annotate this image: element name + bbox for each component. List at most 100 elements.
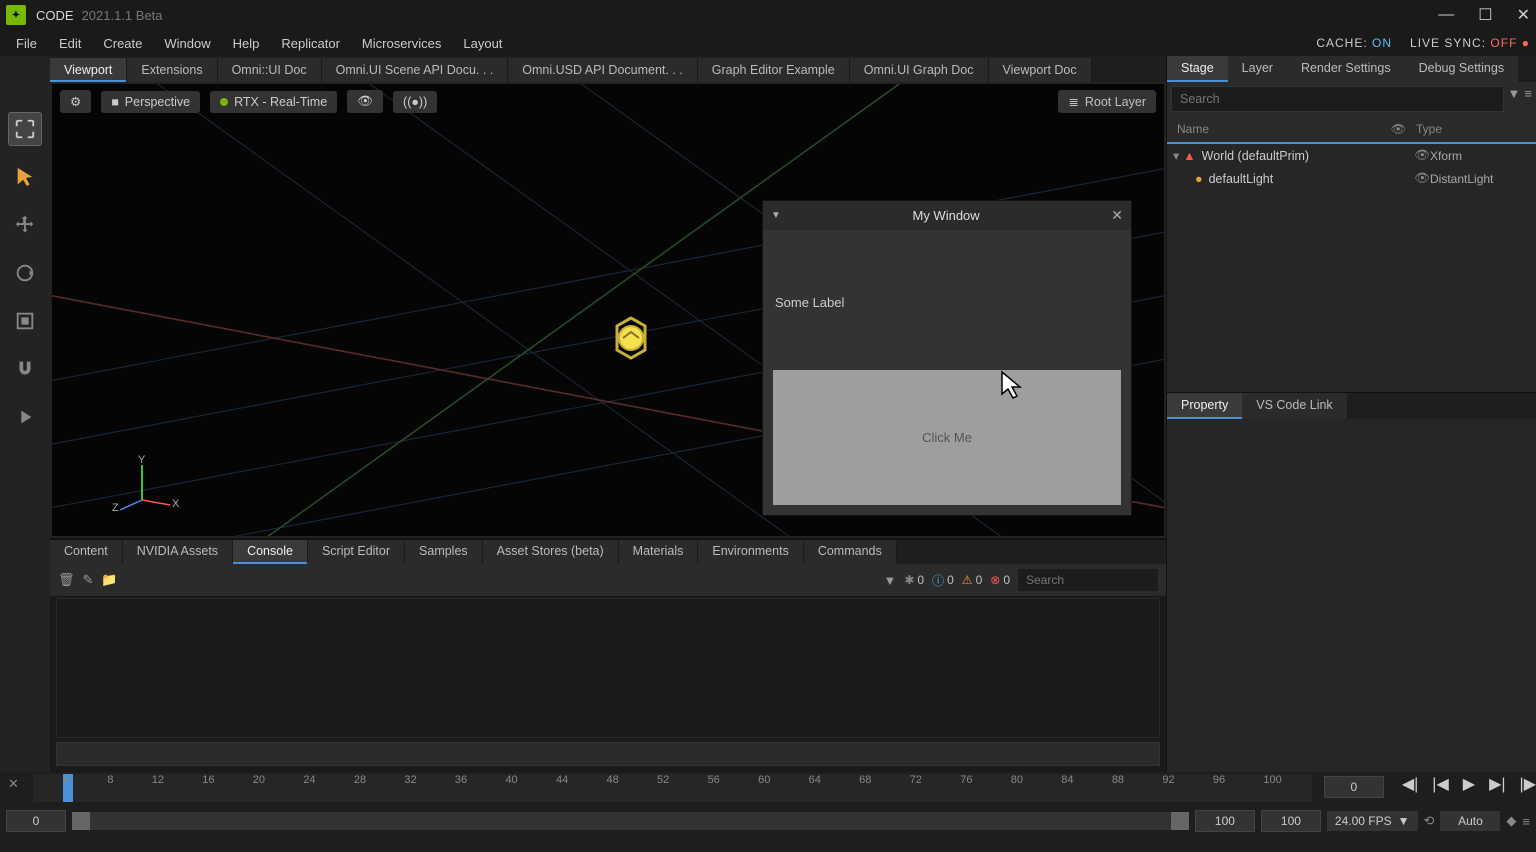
- tool-select[interactable]: [8, 160, 42, 194]
- range-end-input[interactable]: [1195, 810, 1255, 832]
- tool-frame[interactable]: [8, 112, 42, 146]
- viewport[interactable]: ⚙ ■ Perspective RTX - Real-Time 👁 ((●)) …: [50, 82, 1166, 538]
- console-output[interactable]: [56, 598, 1160, 738]
- tool-move[interactable]: [8, 208, 42, 242]
- range-slider[interactable]: [72, 812, 1189, 830]
- tab-omni-ui-doc[interactable]: Omni::UI Doc: [218, 58, 322, 82]
- my-window-close-button[interactable]: ✕: [1111, 207, 1123, 224]
- tab-omni-usd[interactable]: Omni.USD API Document. . .: [508, 58, 697, 82]
- btab-environments[interactable]: Environments: [698, 540, 803, 564]
- svg-text:Y: Y: [138, 455, 146, 466]
- console-edit-button[interactable]: ✎: [83, 572, 94, 588]
- menu-window[interactable]: Window: [154, 33, 220, 54]
- btab-console[interactable]: Console: [233, 540, 308, 564]
- tick-label: 12: [152, 774, 164, 786]
- tab-graph-doc[interactable]: Omni.UI Graph Doc: [850, 58, 989, 82]
- btab-materials[interactable]: Materials: [619, 540, 699, 564]
- viewport-settings-button[interactable]: ⚙: [60, 90, 91, 113]
- tree-type: DistantLight: [1430, 172, 1530, 186]
- rtab-layer[interactable]: Layer: [1228, 56, 1287, 82]
- menu-replicator[interactable]: Replicator: [271, 33, 350, 54]
- tick-label: 68: [859, 774, 871, 786]
- tab-graph-editor[interactable]: Graph Editor Example: [698, 58, 850, 82]
- stage-filter-button[interactable]: ▼: [1508, 86, 1521, 112]
- tick-label: 40: [505, 774, 517, 786]
- menu-bar: File Edit Create Window Help Replicator …: [0, 30, 1536, 56]
- stage-tree[interactable]: ▾ ▲ World (defaultPrim) 👁 Xform ● defaul…: [1167, 144, 1536, 392]
- stage-options-button[interactable]: ≡: [1524, 86, 1532, 112]
- console-clear-button[interactable]: 🗑: [58, 572, 75, 588]
- timeline-ruler[interactable]: 4812162024283236404448525660646872768084…: [33, 774, 1312, 802]
- tree-row-light[interactable]: ● defaultLight 👁 DistantLight: [1167, 167, 1536, 190]
- key-button[interactable]: ◆: [1506, 813, 1516, 829]
- end-frame-input[interactable]: [1261, 810, 1321, 832]
- step-fwd-button[interactable]: |▶: [1520, 774, 1536, 794]
- title-bar: ✦ CODE 2021.1.1 Beta — ☐ ✕: [0, 0, 1536, 30]
- renderer-dropdown[interactable]: RTX - Real-Time: [210, 91, 337, 113]
- tab-extensions[interactable]: Extensions: [127, 58, 217, 82]
- info-icon: ⓘ: [932, 572, 944, 589]
- tool-snap[interactable]: [8, 352, 42, 386]
- click-me-button[interactable]: Click Me: [773, 370, 1121, 505]
- btab-samples[interactable]: Samples: [405, 540, 483, 564]
- play-button[interactable]: ▶: [1463, 774, 1475, 794]
- property-panel[interactable]: [1167, 419, 1536, 772]
- minimize-button[interactable]: —: [1438, 6, 1454, 24]
- console-filter-button[interactable]: ▼: [883, 573, 896, 588]
- rtab-stage[interactable]: Stage: [1167, 56, 1228, 82]
- layers-icon: ≣: [1068, 94, 1078, 109]
- step-back-button[interactable]: ◀|: [1402, 774, 1418, 794]
- light-gizmo[interactable]: [607, 314, 655, 362]
- visibility-toggle[interactable]: 👁: [1414, 171, 1430, 186]
- menu-edit[interactable]: Edit: [49, 33, 91, 54]
- my-window-panel[interactable]: ▼ My Window ✕ Some Label Click Me: [762, 200, 1132, 516]
- tool-play[interactable]: [8, 400, 42, 434]
- fps-dropdown[interactable]: 24.00 FPS ▼: [1327, 811, 1418, 831]
- collapse-icon[interactable]: ▼: [771, 210, 781, 221]
- close-button[interactable]: ✕: [1517, 5, 1530, 25]
- root-layer-dropdown[interactable]: ≣Root Layer: [1058, 90, 1156, 113]
- camera-dropdown[interactable]: ■ Perspective: [101, 91, 200, 113]
- rtab-debug-settings[interactable]: Debug Settings: [1405, 56, 1518, 82]
- tab-viewport[interactable]: Viewport: [50, 58, 127, 82]
- timeline-close-button[interactable]: ✕: [0, 774, 27, 794]
- menu-create[interactable]: Create: [93, 33, 152, 54]
- btab-nvidia-assets[interactable]: NVIDIA Assets: [123, 540, 233, 564]
- next-key-button[interactable]: ▶|: [1489, 774, 1505, 794]
- tool-scale[interactable]: [8, 304, 42, 338]
- btab-content[interactable]: Content: [50, 540, 123, 564]
- menu-help[interactable]: Help: [223, 33, 270, 54]
- tab-omni-ui-scene[interactable]: Omni.UI Scene API Docu. . .: [322, 58, 509, 82]
- audio-button[interactable]: ((●)): [393, 91, 437, 113]
- menu-microservices[interactable]: Microservices: [352, 33, 451, 54]
- tab-viewport-doc[interactable]: Viewport Doc: [989, 58, 1092, 82]
- console-input[interactable]: [56, 742, 1160, 766]
- visibility-toggle[interactable]: 👁: [1414, 148, 1430, 163]
- menu-file[interactable]: File: [6, 33, 47, 54]
- start-frame-input[interactable]: [6, 810, 66, 832]
- range-handle-right[interactable]: [1171, 812, 1189, 830]
- btab-commands[interactable]: Commands: [804, 540, 897, 564]
- maximize-button[interactable]: ☐: [1478, 5, 1492, 25]
- rtab-vscode-link[interactable]: VS Code Link: [1242, 393, 1346, 419]
- rtab-property[interactable]: Property: [1167, 393, 1242, 419]
- current-frame-input[interactable]: [1324, 776, 1384, 798]
- btab-script-editor[interactable]: Script Editor: [308, 540, 405, 564]
- tree-row-world[interactable]: ▾ ▲ World (defaultPrim) 👁 Xform: [1167, 144, 1536, 167]
- range-handle-left[interactable]: [72, 812, 90, 830]
- tool-rotate[interactable]: [8, 256, 42, 290]
- loop-button[interactable]: ⟲: [1424, 813, 1435, 829]
- prev-key-button[interactable]: |◀: [1432, 774, 1448, 794]
- rtab-render-settings[interactable]: Render Settings: [1287, 56, 1405, 82]
- visibility-button[interactable]: 👁: [347, 90, 383, 113]
- tick-label: 32: [404, 774, 416, 786]
- my-window-titlebar[interactable]: ▼ My Window ✕: [763, 201, 1131, 230]
- stage-search-input[interactable]: [1171, 86, 1504, 112]
- btab-asset-stores[interactable]: Asset Stores (beta): [483, 540, 619, 564]
- timeline-options-button[interactable]: ≡: [1522, 814, 1530, 829]
- auto-key-dropdown[interactable]: Auto: [1440, 811, 1500, 831]
- console-folder-button[interactable]: 📁: [101, 572, 117, 588]
- menu-layout[interactable]: Layout: [453, 33, 512, 54]
- console-search-input[interactable]: [1018, 569, 1158, 591]
- cache-label: CACHE:: [1316, 36, 1367, 50]
